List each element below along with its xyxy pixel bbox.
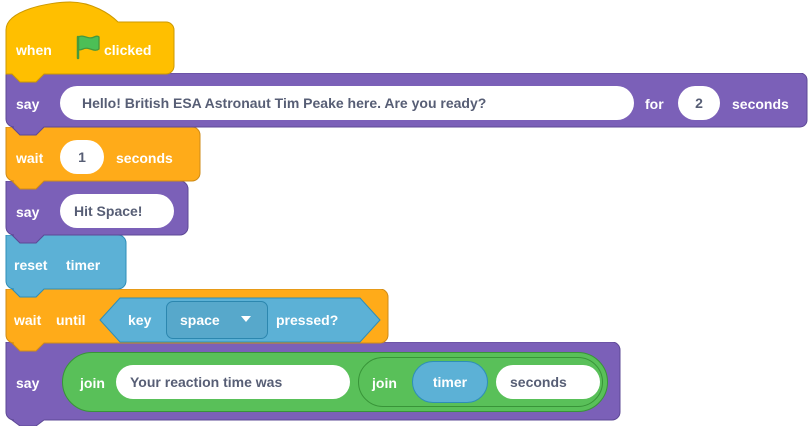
green-flag-icon[interactable] (74, 34, 102, 60)
join-text-input[interactable]: Your reaction time was (116, 365, 350, 399)
until-label: until (56, 312, 86, 328)
wait-seconds-input[interactable]: 1 (60, 140, 104, 174)
timer-reporter[interactable]: timer (412, 361, 488, 403)
seconds-label: seconds (732, 96, 789, 112)
join-text-input[interactable]: seconds (496, 365, 600, 399)
key-label: key (128, 312, 152, 328)
pressed-label: pressed? (276, 312, 339, 328)
say-message-input[interactable]: Hit Space! (60, 194, 174, 228)
wait-label: wait (14, 312, 42, 328)
reset-label: reset (14, 257, 48, 273)
say-label: say (16, 96, 40, 112)
when-label: when (16, 42, 52, 58)
say-label: say (16, 204, 40, 220)
for-label: for (645, 96, 664, 112)
caret-down-icon (241, 316, 251, 322)
wait-seconds-label: seconds (116, 150, 173, 166)
clicked-label: clicked (104, 42, 152, 58)
join-label: join (372, 375, 397, 391)
say-label: say (16, 375, 40, 391)
wait-label: wait (16, 150, 44, 166)
join-label: join (80, 375, 105, 391)
key-dropdown-value: space (180, 312, 220, 328)
seconds-input[interactable]: 2 (678, 86, 720, 120)
timer-label: timer (66, 257, 101, 273)
say-message-input[interactable]: Hello! British ESA Astronaut Tim Peake h… (60, 86, 634, 120)
